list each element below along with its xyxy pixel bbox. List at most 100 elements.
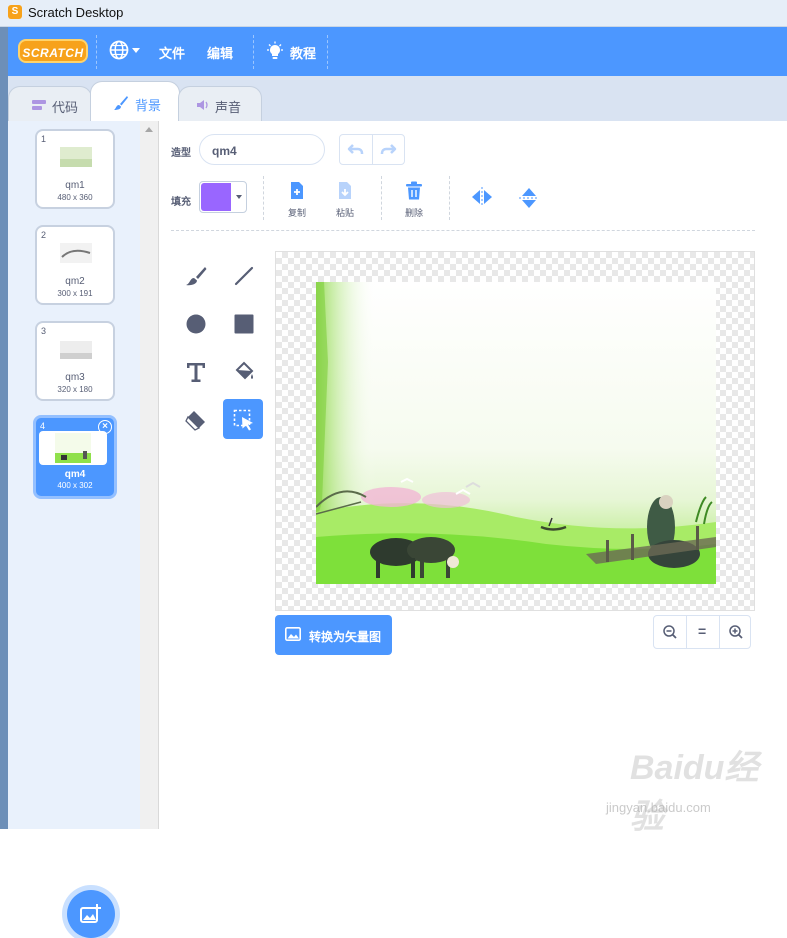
speaker-icon <box>197 100 208 110</box>
zoom-out-button[interactable] <box>654 616 686 648</box>
backdrop-size: 320 x 180 <box>57 385 93 394</box>
watermark-url: jingyan.baidu.com <box>606 800 711 815</box>
rectangle-icon <box>234 314 254 334</box>
watermark-brand: Baidu经验 <box>630 749 759 836</box>
circle-tool[interactable] <box>175 303 215 343</box>
backdrop-size: 480 x 360 <box>57 193 93 202</box>
tab-sounds-label: 声音 <box>215 100 242 115</box>
text-tool[interactable] <box>175 351 215 391</box>
menu-edit[interactable]: 编辑 <box>207 43 233 62</box>
backdrop-number: 3 <box>41 326 47 336</box>
menu-tutorials[interactable]: 教程 <box>290 43 316 62</box>
select-tool[interactable] <box>223 399 263 439</box>
choose-backdrop-button[interactable] <box>67 890 115 938</box>
scroll-up-arrow-icon[interactable] <box>145 127 153 132</box>
text-icon <box>187 363 205 382</box>
backdrop-item-1[interactable]: 1 qm1 480 x 360 <box>35 129 115 209</box>
backdrop-name: qm1 <box>65 180 85 191</box>
menu-divider <box>327 35 328 69</box>
image-icon <box>285 627 301 641</box>
zoom-controls: = <box>653 615 751 649</box>
toolbar-divider <box>449 176 450 220</box>
tab-code[interactable]: 代码 <box>8 86 92 121</box>
convert-to-vector-button[interactable]: 转换为矢量图 <box>275 615 392 655</box>
backdrop-thumbnail-frame <box>39 431 107 465</box>
backdrop-number: 4 <box>40 421 46 431</box>
scratch-app-icon: S <box>8 5 22 19</box>
line-tool[interactable] <box>223 255 263 295</box>
backdrop-thumbnail <box>60 147 92 167</box>
costume-name-input[interactable]: qm4 <box>199 134 325 165</box>
backdrop-item-2[interactable]: 2 qm2 300 x 191 <box>35 225 115 305</box>
backdrop-item-3[interactable]: 3 qm3 320 x 180 <box>35 321 115 401</box>
copy-icon <box>291 182 303 199</box>
zoom-in-button[interactable] <box>720 616 752 648</box>
paint-editor: 造型 qm4 填充 复制 粘贴 删除 转换为矢量图 = <box>159 121 787 829</box>
backdrop-thumbnail <box>60 243 92 263</box>
baidu-watermark: Baidu经验 jingyan.baidu.com <box>596 740 786 836</box>
zoom-in-icon <box>729 625 743 639</box>
backdrop-size: 400 x 302 <box>57 481 93 490</box>
backdrop-name: qm3 <box>65 372 85 383</box>
zoom-reset-label: = <box>698 623 707 639</box>
select-icon <box>233 409 253 431</box>
menu-bar: SCRATCH 文件 编辑 教程 <box>8 27 787 76</box>
sidebar-scrollbar[interactable] <box>140 121 159 829</box>
paste-label: 粘贴 <box>335 208 354 218</box>
menu-divider <box>253 35 254 69</box>
chevron-down-icon <box>236 195 242 199</box>
backdrop-list: 1 qm1 480 x 360 2 qm2 300 x 191 3 qm3 32… <box>8 121 141 938</box>
undo-icon[interactable] <box>347 142 365 158</box>
delete-label: 删除 <box>404 208 423 218</box>
trash-icon <box>406 181 422 200</box>
rectangle-tool[interactable] <box>223 303 263 343</box>
backdrop-size: 300 x 191 <box>57 289 93 298</box>
backdrop-name: qm4 <box>64 469 86 480</box>
undo-redo-group <box>339 134 405 165</box>
zoom-out-icon <box>663 625 677 639</box>
flip-vertical-icon[interactable] <box>519 187 539 209</box>
menu-divider <box>96 35 97 69</box>
desktop-background-strip <box>0 26 8 829</box>
brush-tool[interactable] <box>175 255 215 295</box>
line-icon <box>234 266 254 286</box>
backdrop-thumbnail <box>60 341 92 359</box>
backdrop-image[interactable] <box>316 282 716 584</box>
lightbulb-icon[interactable] <box>265 41 285 61</box>
backdrop-number: 1 <box>41 134 47 144</box>
fill-label: 填充 <box>171 197 191 208</box>
menu-file[interactable]: 文件 <box>159 43 185 62</box>
language-globe-icon[interactable] <box>109 40 129 60</box>
backdrop-item-4[interactable]: 4 × qm4 400 x 302 <box>33 415 117 499</box>
scratch-logo[interactable]: SCRATCH <box>18 39 88 63</box>
code-icon <box>32 100 46 110</box>
toolbar-separator <box>171 230 755 231</box>
fill-color-picker[interactable] <box>199 181 247 213</box>
backdrop-number: 2 <box>41 230 47 240</box>
fill-tool[interactable] <box>223 351 263 391</box>
fill-icon <box>235 361 254 380</box>
eraser-tool[interactable] <box>175 399 215 439</box>
window-title: Scratch Desktop <box>28 5 124 20</box>
tab-sounds[interactable]: 声音 <box>178 86 262 121</box>
circle-icon <box>186 314 206 334</box>
chevron-down-icon[interactable] <box>132 48 140 53</box>
copy-label: 复制 <box>287 208 306 218</box>
undo-redo-divider <box>372 135 373 164</box>
backdrop-name: qm2 <box>65 276 85 287</box>
toolbar-divider <box>263 176 264 220</box>
tab-code-label: 代码 <box>52 100 79 115</box>
zoom-reset-button[interactable]: = <box>687 616 719 648</box>
toolbar-divider <box>381 176 382 220</box>
costume-label: 造型 <box>171 148 191 159</box>
window-titlebar: S Scratch Desktop <box>0 0 787 27</box>
editor-tabs: 代码 背景 声音 <box>8 76 787 122</box>
fill-color-swatch <box>201 183 231 211</box>
tab-backdrops[interactable]: 背景 <box>90 81 180 122</box>
convert-to-vector-label: 转换为矢量图 <box>309 630 382 644</box>
redo-icon[interactable] <box>379 142 397 158</box>
flip-horizontal-icon[interactable] <box>471 187 493 207</box>
eraser-icon <box>185 411 205 431</box>
backdrop-thumbnail <box>55 433 91 463</box>
paste-icon <box>339 182 351 199</box>
